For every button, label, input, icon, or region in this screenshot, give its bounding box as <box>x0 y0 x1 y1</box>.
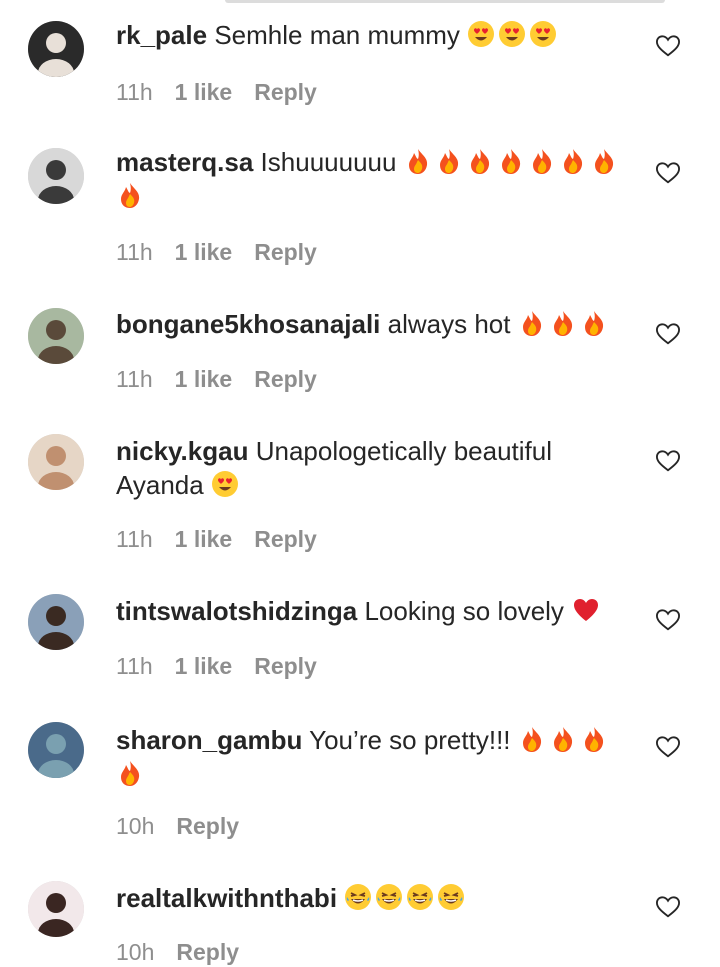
avatar[interactable] <box>28 881 84 937</box>
avatar[interactable] <box>28 434 84 490</box>
comment-body: always hot <box>387 309 511 339</box>
fire-emoji-icon <box>404 147 432 175</box>
comment-text: bongane5khosanajali always hot <box>116 307 636 341</box>
comment-like-count[interactable]: 1 like <box>175 653 233 679</box>
heart-eyes-emoji-icon <box>498 20 526 48</box>
reply-button[interactable]: Reply <box>176 813 239 839</box>
comment-username[interactable]: nicky.kgau <box>116 436 248 466</box>
like-heart-icon[interactable] <box>655 449 683 475</box>
like-heart-icon[interactable] <box>655 735 683 761</box>
laughing-emoji-icon <box>375 883 403 911</box>
comment-meta: 11h 1 like Reply <box>116 524 339 554</box>
laughing-emoji-icon <box>437 883 465 911</box>
reply-button[interactable]: Reply <box>254 239 317 265</box>
fire-emoji-icon <box>528 147 556 175</box>
comment-time: 11h <box>116 526 153 552</box>
fire-emoji-icon <box>466 147 494 175</box>
laughing-emoji-icon <box>406 883 434 911</box>
comment-username[interactable]: bongane5khosanajali <box>116 309 380 339</box>
comment-meta: 11h 1 like Reply <box>116 237 339 267</box>
comment-body: Ishuuuuuuu <box>260 147 397 177</box>
avatar[interactable] <box>28 21 84 77</box>
reply-button[interactable]: Reply <box>254 653 317 679</box>
comment-time: 11h <box>116 366 153 392</box>
avatar[interactable] <box>28 594 84 650</box>
comment-like-count[interactable]: 1 like <box>175 526 233 552</box>
fire-emoji-icon <box>518 309 546 337</box>
comment-text: sharon_gambu You’re so pretty!!! <box>116 723 636 791</box>
fire-emoji-icon <box>518 725 546 753</box>
comment-time: 10h <box>116 813 155 839</box>
comment-username[interactable]: sharon_gambu <box>116 725 302 755</box>
fire-emoji-icon <box>116 181 144 209</box>
comment-text: masterq.sa Ishuuuuuuu <box>116 145 636 213</box>
reply-button[interactable]: Reply <box>254 79 317 105</box>
heart-eyes-emoji-icon <box>211 470 239 498</box>
fire-emoji-icon <box>559 147 587 175</box>
comment-text: tintswalotshidzinga Looking so lovely <box>116 594 636 628</box>
comment-username[interactable]: rk_pale <box>116 20 207 50</box>
comment-username[interactable]: masterq.sa <box>116 147 253 177</box>
comment-time: 10h <box>116 939 155 965</box>
comment-username[interactable]: realtalkwithnthabi <box>116 883 337 913</box>
comment-like-count[interactable]: 1 like <box>175 366 233 392</box>
like-heart-icon[interactable] <box>655 322 683 348</box>
comment-body: Looking so lovely <box>364 596 564 626</box>
comment-meta: 10h Reply <box>116 811 261 841</box>
fire-emoji-icon <box>580 309 608 337</box>
fire-emoji-icon <box>116 759 144 787</box>
reply-button[interactable]: Reply <box>254 526 317 552</box>
avatar[interactable] <box>28 308 84 364</box>
like-heart-icon[interactable] <box>655 34 683 60</box>
fire-emoji-icon <box>549 725 577 753</box>
reply-button[interactable]: Reply <box>176 939 239 965</box>
avatar[interactable] <box>28 722 84 778</box>
like-heart-icon[interactable] <box>655 161 683 187</box>
comment-text: realtalkwithnthabi <box>116 881 636 915</box>
avatar[interactable] <box>28 148 84 204</box>
heart-eyes-emoji-icon <box>467 20 495 48</box>
comment-time: 11h <box>116 239 153 265</box>
comment-time: 11h <box>116 653 153 679</box>
comment-like-count[interactable]: 1 like <box>175 239 233 265</box>
top-scroll-edge <box>225 0 665 3</box>
like-heart-icon[interactable] <box>655 895 683 921</box>
comment-meta: 10h Reply <box>116 937 261 967</box>
heart-eyes-emoji-icon <box>529 20 557 48</box>
comment-username[interactable]: tintswalotshidzinga <box>116 596 357 626</box>
like-heart-icon[interactable] <box>655 608 683 634</box>
fire-emoji-icon <box>590 147 618 175</box>
comment-meta: 11h 1 like Reply <box>116 364 339 394</box>
fire-emoji-icon <box>580 725 608 753</box>
comment-text: nicky.kgau Unapologetically beautiful Ay… <box>116 434 636 502</box>
reply-button[interactable]: Reply <box>254 366 317 392</box>
comment-body: You’re so pretty!!! <box>309 725 511 755</box>
red-heart-emoji-icon <box>571 596 599 624</box>
fire-emoji-icon <box>435 147 463 175</box>
comment-body: Semhle man mummy <box>214 20 460 50</box>
comment-text: rk_pale Semhle man mummy <box>116 18 636 52</box>
comment-time: 11h <box>116 79 153 105</box>
fire-emoji-icon <box>497 147 525 175</box>
comment-like-count[interactable]: 1 like <box>175 79 233 105</box>
laughing-emoji-icon <box>344 883 372 911</box>
comment-meta: 11h 1 like Reply <box>116 77 339 107</box>
fire-emoji-icon <box>549 309 577 337</box>
comment-meta: 11h 1 like Reply <box>116 651 339 681</box>
